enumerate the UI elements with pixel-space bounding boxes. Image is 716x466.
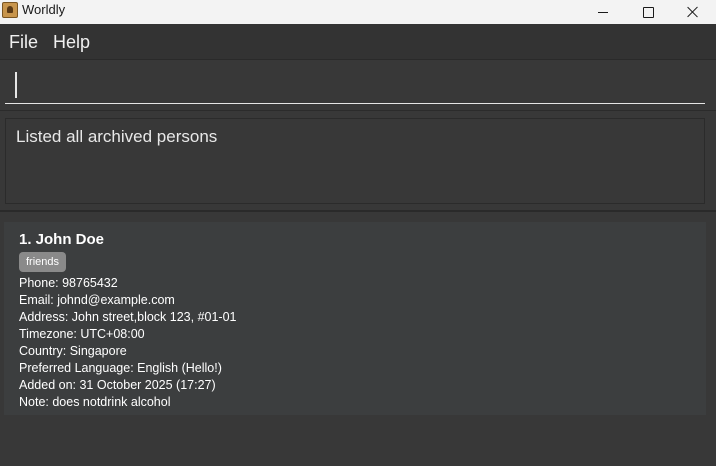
text-caret — [15, 72, 17, 98]
person-phone: Phone: 98765432 — [19, 276, 118, 290]
minimize-icon — [598, 11, 608, 13]
person-list[interactable]: 1. John Doe friends Phone: 98765432 Emai… — [0, 212, 716, 466]
app-icon — [2, 2, 18, 18]
result-display[interactable]: Listed all archived persons — [5, 118, 705, 204]
person-email: Email: johnd@example.com — [19, 293, 175, 307]
person-note: Note: does notdrink alcohol — [19, 395, 171, 409]
close-button[interactable] — [670, 0, 716, 24]
menu-file[interactable]: File — [9, 32, 38, 52]
person-card[interactable]: 1. John Doe friends Phone: 98765432 Emai… — [4, 222, 706, 415]
person-name: 1. John Doe — [19, 231, 105, 248]
tag-badge: friends — [19, 252, 67, 272]
title-bar: Worldly — [0, 0, 716, 24]
menu-help[interactable]: Help — [53, 32, 90, 52]
menu-bar: File Help — [0, 24, 716, 60]
result-message: Listed all archived persons — [16, 127, 218, 146]
maximize-button[interactable] — [625, 0, 671, 24]
person-address: Address: John street,block 123, #01-01 — [19, 310, 237, 324]
command-input[interactable] — [5, 64, 705, 104]
person-language: Preferred Language: English (Hello!) — [19, 361, 222, 375]
person-timezone: Timezone: UTC+08:00 — [19, 327, 145, 341]
close-icon — [687, 6, 699, 18]
window-title: Worldly — [22, 2, 66, 17]
person-country: Country: Singapore — [19, 344, 127, 358]
maximize-icon — [642, 6, 654, 18]
command-box — [0, 60, 716, 111]
minimize-button[interactable] — [580, 0, 626, 24]
person-added-on: Added on: 31 October 2025 (17:27) — [19, 378, 216, 392]
